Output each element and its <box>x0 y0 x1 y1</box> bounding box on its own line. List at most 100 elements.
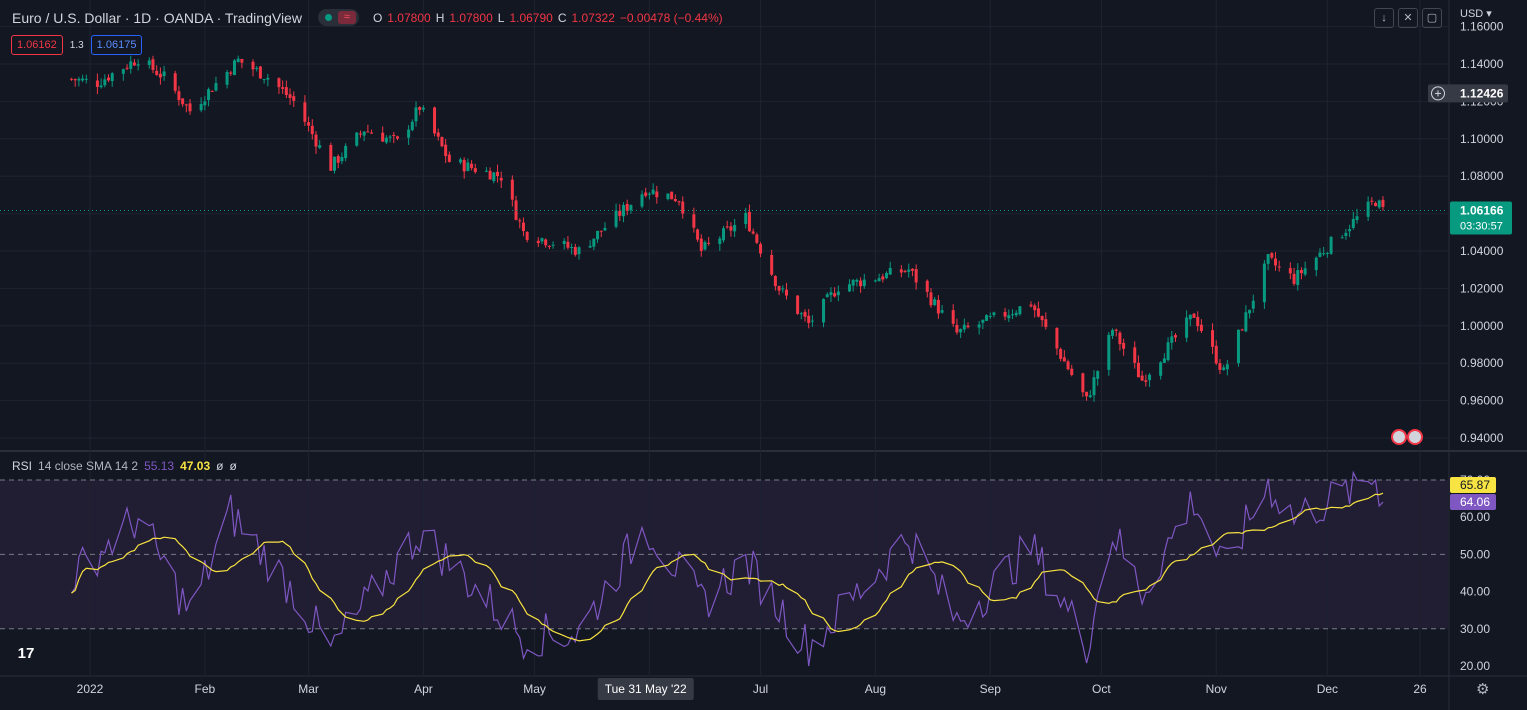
maximize-icon[interactable]: ▢ <box>1422 8 1442 28</box>
candle-body <box>73 79 77 81</box>
candle-body <box>447 154 451 162</box>
market-open-icon <box>324 14 332 21</box>
rsi-name[interactable]: RSI <box>12 459 32 473</box>
candle-body <box>885 272 889 279</box>
candle-body <box>344 145 348 159</box>
candle-body <box>707 242 711 244</box>
candle-body <box>1140 375 1144 381</box>
candle-body <box>240 58 244 63</box>
candle-body <box>470 163 474 169</box>
candle-body <box>336 156 340 163</box>
candle-body <box>881 276 885 280</box>
candle-body <box>436 132 440 137</box>
candle-body <box>1185 317 1189 338</box>
candle-body <box>381 132 385 142</box>
candle-body <box>1340 237 1344 239</box>
candle-body <box>1344 232 1348 236</box>
candle-body <box>366 131 370 133</box>
candle-body <box>670 191 674 200</box>
rsi-tick-label: 50.00 <box>1460 547 1490 561</box>
candle-body <box>770 255 774 275</box>
price-tick-label: 1.02000 <box>1460 281 1504 295</box>
crosshair-price-label: 1.12426 <box>1460 86 1504 100</box>
candle-body <box>129 61 133 69</box>
change-value: −0.00478 (−0.44%) <box>619 10 723 25</box>
candle-body <box>1262 263 1266 303</box>
time-tick-label: Feb <box>195 682 216 696</box>
candle-body <box>496 171 500 177</box>
time-tick-label: Dec <box>1317 682 1338 696</box>
close-value: 1.07322 <box>571 10 615 25</box>
price-tick-label: 1.16000 <box>1460 20 1504 34</box>
candle-body <box>988 315 992 317</box>
sell-button[interactable]: 1.06162 <box>11 35 63 55</box>
tradingview-logo-icon[interactable]: 17 <box>10 642 42 666</box>
candle-body <box>214 83 218 91</box>
chart-canvas[interactable]: 2022 Feb Mar Apr May Jul Aug Sep Oct Nov Dec 26 1.16… <box>0 0 1527 710</box>
price-tick-label: 1.10000 <box>1460 132 1504 146</box>
candle-body <box>418 107 422 110</box>
candle-body <box>625 203 629 211</box>
candle-body <box>577 247 581 255</box>
candle-body <box>292 96 296 101</box>
candle-body <box>258 66 262 79</box>
candle-body <box>147 60 151 65</box>
candle-body <box>251 61 255 70</box>
candle-body <box>962 324 966 330</box>
candle-body <box>1274 258 1278 266</box>
price-tick-label: 1.04000 <box>1460 244 1504 258</box>
candle-body <box>1010 314 1014 316</box>
candle-body <box>888 267 892 275</box>
candle-body <box>1014 312 1018 316</box>
candle-body <box>1296 270 1300 285</box>
candle-body <box>81 78 85 81</box>
candle-body <box>132 62 136 66</box>
rsi-legend: RSI 14 close SMA 14 2 55.13 47.03 ø ø <box>12 459 237 473</box>
candle-body <box>1314 257 1318 271</box>
candle-body <box>392 134 396 137</box>
candle-body <box>521 222 525 232</box>
candle-body <box>966 325 970 328</box>
candle-body <box>1214 345 1218 364</box>
candle-body <box>677 201 681 203</box>
candle-body <box>781 288 785 290</box>
candle-body <box>1377 200 1381 208</box>
candle-body <box>570 246 574 248</box>
candle-body <box>236 58 240 62</box>
candle-body <box>155 70 159 75</box>
symbol-title[interactable]: Euro / U.S. Dollar · 1D · OANDA · Tradin… <box>12 10 302 26</box>
candle-body <box>951 310 955 324</box>
candle-body <box>1166 342 1170 361</box>
low-label: L <box>497 10 505 25</box>
candle-body <box>1322 253 1326 255</box>
currency-selector[interactable]: USD ▾ <box>1460 7 1492 20</box>
candle-body <box>1081 373 1085 393</box>
market-status-pill[interactable]: ≈ <box>317 9 359 26</box>
countdown-label: 03:30:57 <box>1460 220 1503 232</box>
candle-body <box>1044 319 1048 327</box>
candle-body <box>1007 315 1011 319</box>
candle-body <box>1355 216 1359 221</box>
candle-body <box>1270 253 1274 258</box>
candle-body <box>1244 312 1248 332</box>
candle-body <box>1162 358 1166 363</box>
candle-body <box>110 73 114 82</box>
candle-body <box>784 289 788 296</box>
candle-body <box>499 177 503 181</box>
candle-body <box>681 201 685 214</box>
candle-body <box>1374 202 1378 207</box>
candle-body <box>936 299 940 314</box>
candle-body <box>899 269 903 273</box>
candle-body <box>1225 364 1229 370</box>
candle-body <box>940 310 944 313</box>
candle-body <box>210 90 214 92</box>
candle-body <box>1133 347 1137 363</box>
gear-icon[interactable]: ⚙ <box>1476 680 1489 698</box>
candle-body <box>1303 268 1307 275</box>
candle-body <box>207 89 211 101</box>
buy-button[interactable]: 1.06175 <box>90 35 143 55</box>
candle-body <box>1196 316 1200 327</box>
collapse-icon[interactable]: ✕ <box>1398 8 1418 28</box>
candle-body <box>803 311 807 317</box>
arrow-down-icon[interactable]: ↓ <box>1374 8 1394 28</box>
